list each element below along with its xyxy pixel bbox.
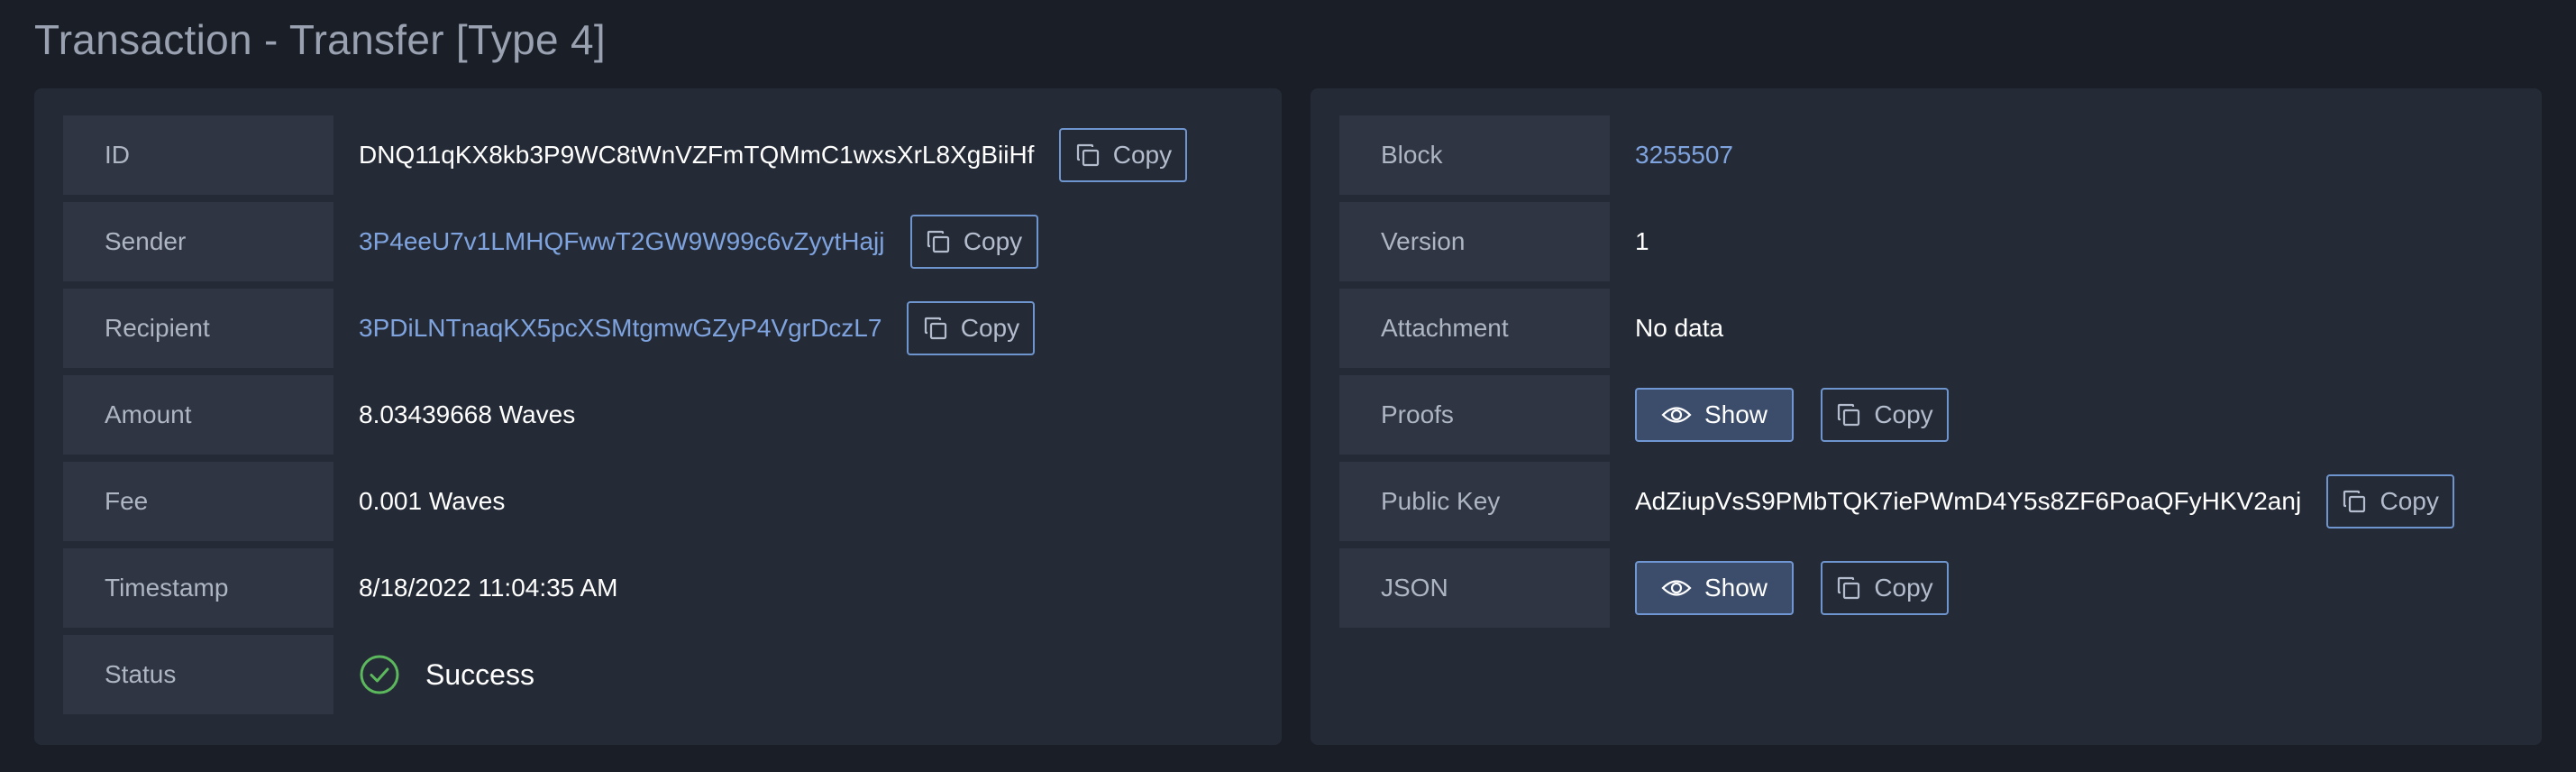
row-attachment: Attachment No data: [1339, 289, 2513, 368]
copy-label: Copy: [960, 314, 1020, 342]
show-proofs-button[interactable]: Show: [1635, 388, 1794, 442]
public-key-value: AdZiupVsS9PMbTQK7iePWmD4Y5s8ZF6PoaQFyHKV…: [1635, 487, 2302, 515]
json-label: JSON: [1339, 548, 1610, 628]
id-label: ID: [63, 115, 333, 195]
row-amount: Amount 8.03439668 Waves: [63, 375, 1253, 455]
row-fee: Fee 0.001 Waves: [63, 462, 1253, 541]
sender-label: Sender: [63, 202, 333, 281]
copy-icon: [2343, 490, 2366, 513]
copy-icon: [927, 230, 949, 253]
version-label: Version: [1339, 202, 1610, 281]
sender-link[interactable]: 3P4eeU7v1LMHQFwwT2GW9W99c6vZyytHajj: [333, 202, 885, 281]
copy-icon: [1838, 576, 1860, 600]
check-circle-icon: [359, 654, 400, 695]
eye-icon: [1661, 407, 1692, 423]
copy-label: Copy: [1112, 141, 1173, 169]
row-public-key: Public Key AdZiupVsS9PMbTQK7iePWmD4Y5s8Z…: [1339, 462, 2513, 541]
row-timestamp: Timestamp 8/18/2022 11:04:35 AM: [63, 548, 1253, 628]
json-actions: Show Copy: [1610, 548, 1949, 628]
attachment-value: No data: [1635, 314, 1724, 342]
copy-label: Copy: [1874, 574, 1933, 602]
attachment-label: Attachment: [1339, 289, 1610, 368]
copy-icon: [924, 317, 946, 340]
timestamp-label: Timestamp: [63, 548, 333, 628]
id-value: DNQ11qKX8kb3P9WC8tWnVZFmTQMmC1wxsXrL8XgB…: [359, 141, 1035, 169]
row-version: Version 1: [1339, 202, 2513, 281]
page-title: Transaction - Transfer [Type 4]: [34, 16, 606, 63]
row-block: Block 3255507: [1339, 115, 2513, 195]
timestamp-value: 8/18/2022 11:04:35 AM: [359, 574, 618, 602]
copy-sender-button[interactable]: Copy: [909, 215, 1038, 269]
fee-label: Fee: [63, 462, 333, 541]
amount-label: Amount: [63, 375, 333, 455]
row-json: JSON Show Copy: [1339, 548, 2513, 628]
recipient-link[interactable]: 3PDiLNTnaqKX5pcXSMtgmwGZyP4VgrDczL7: [333, 289, 882, 368]
row-status: Status Success: [63, 635, 1253, 714]
version-value: 1: [1635, 227, 1649, 255]
copy-json-button[interactable]: Copy: [1821, 561, 1949, 615]
status-label: Status: [63, 635, 333, 714]
status-text: Success: [425, 657, 534, 691]
copy-icon: [1076, 143, 1099, 167]
show-json-button[interactable]: Show: [1635, 561, 1794, 615]
public-key-label: Public Key: [1339, 462, 1610, 541]
copy-label: Copy: [1874, 400, 1933, 428]
fee-value: 0.001 Waves: [359, 487, 506, 515]
row-proofs: Proofs Show Copy: [1339, 375, 2513, 455]
block-label: Block: [1339, 115, 1610, 195]
status-value-cell: Success: [333, 635, 534, 714]
transaction-details-panel: ID DNQ11qKX8kb3P9WC8tWnVZFmTQMmC1wxsXrL8…: [34, 88, 1282, 745]
copy-recipient-button[interactable]: Copy: [907, 301, 1036, 355]
eye-icon: [1661, 580, 1692, 596]
copy-label: Copy: [2380, 487, 2439, 515]
copy-icon: [1838, 403, 1860, 427]
block-details-panel: Block 3255507 Version 1 Attachment No da…: [1311, 88, 2542, 745]
copy-proofs-button[interactable]: Copy: [1821, 388, 1949, 442]
copy-label: Copy: [963, 227, 1023, 255]
row-recipient: Recipient 3PDiLNTnaqKX5pcXSMtgmwGZyP4Vgr…: [63, 289, 1253, 368]
proofs-label: Proofs: [1339, 375, 1610, 455]
recipient-label: Recipient: [63, 289, 333, 368]
row-sender: Sender 3P4eeU7v1LMHQFwwT2GW9W99c6vZyytHa…: [63, 202, 1253, 281]
show-label: Show: [1704, 574, 1768, 602]
show-label: Show: [1704, 400, 1768, 428]
row-id: ID DNQ11qKX8kb3P9WC8tWnVZFmTQMmC1wxsXrL8…: [63, 115, 1253, 195]
amount-value: 8.03439668 Waves: [359, 400, 576, 428]
block-link[interactable]: 3255507: [1610, 115, 1733, 195]
proofs-actions: Show Copy: [1610, 375, 1949, 455]
copy-public-key-button[interactable]: Copy: [2326, 474, 2455, 528]
copy-id-button[interactable]: Copy: [1059, 128, 1188, 182]
